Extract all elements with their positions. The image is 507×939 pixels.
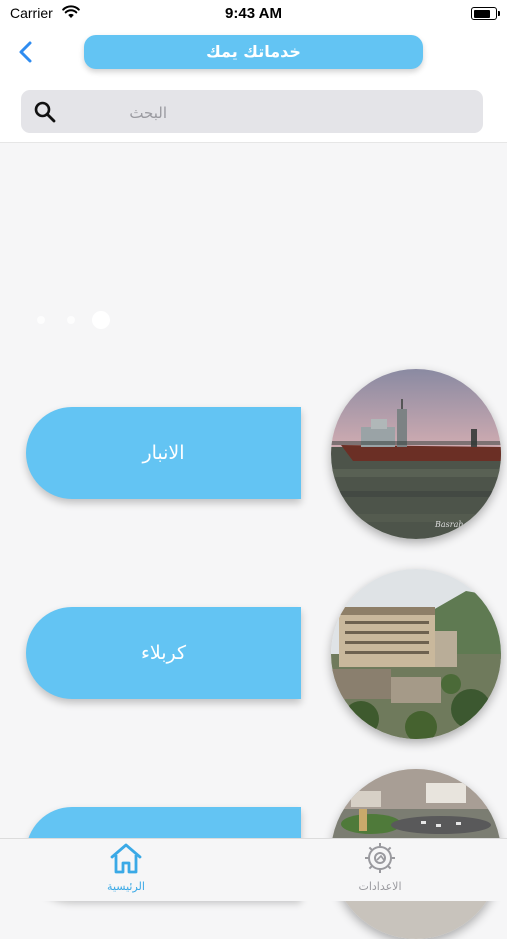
search-icon xyxy=(34,101,56,123)
page-title: خدماتك يمك xyxy=(84,35,423,69)
tab-bar: الرئيسية الاعدادات xyxy=(0,838,507,901)
status-bar: Carrier 9:43 AM xyxy=(0,0,507,30)
carousel-dot[interactable] xyxy=(67,316,75,324)
tab-settings-label: الاعدادات xyxy=(358,880,402,893)
home-icon xyxy=(110,843,142,874)
gear-icon xyxy=(365,843,395,873)
svg-text:Basrah: Basrah xyxy=(434,520,464,529)
status-time: 9:43 AM xyxy=(225,5,282,22)
search-input[interactable] xyxy=(65,90,169,135)
city-button-karbala[interactable]: كربلاء xyxy=(26,607,301,699)
battery-level xyxy=(473,9,490,18)
tab-home-label: الرئيسية xyxy=(107,880,145,893)
carousel-dot-active[interactable] xyxy=(92,311,110,329)
back-chevron-icon[interactable] xyxy=(14,38,40,66)
ship-on-river-photo[interactable]: Basrah xyxy=(331,369,501,539)
city-button-anbar[interactable]: الانبار xyxy=(26,407,301,499)
hotel-and-mountains-photo[interactable] xyxy=(331,569,501,739)
carousel-dot[interactable] xyxy=(37,316,45,324)
tab-home[interactable]: الرئيسية xyxy=(86,841,166,893)
search-bar[interactable] xyxy=(21,90,483,135)
tab-settings[interactable]: الاعدادات xyxy=(340,841,420,893)
navigation-header: خدماتك يمك xyxy=(0,30,507,143)
battery-icon xyxy=(471,7,500,20)
